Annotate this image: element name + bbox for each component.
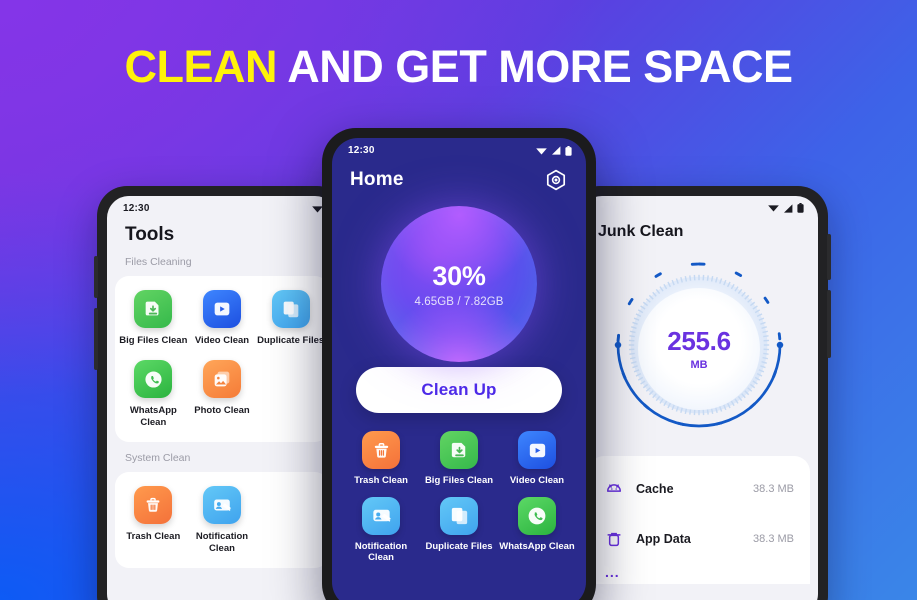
tool-big-files-clean[interactable]: Big Files Clean	[119, 290, 188, 346]
tool-whatsapp-clean[interactable]: WhatsApp Clean	[119, 360, 188, 428]
left-page-title: Tools	[125, 224, 175, 245]
phone-left-screen: 12:30 Tools Files Cleaning Big Files Cle…	[107, 196, 337, 600]
tool-trash-clean[interactable]: Trash Clean	[119, 486, 188, 554]
phone-right: Junk Clean 255.6 MB Cache 38.3 MB App Da…	[570, 186, 831, 600]
notification-clean-icon	[362, 496, 400, 535]
center-tool-label: Notification Clean	[354, 540, 408, 563]
battery-icon	[565, 145, 572, 156]
junk-gauge: 255.6 MB	[580, 241, 818, 456]
grid-spacer	[256, 360, 325, 428]
junk-row-app-data[interactable]: App Data 38.3 MB	[588, 514, 810, 564]
tool-label: Notification Clean	[195, 531, 249, 554]
center-tool-label: Big Files Clean	[424, 475, 494, 486]
wifi-icon	[536, 147, 547, 154]
junk-row-label: App Data	[636, 532, 691, 546]
center-tool-trash-clean[interactable]: Trash Clean	[342, 431, 420, 487]
junk-row-label: Cache	[636, 482, 674, 496]
tool-label: Duplicate Files	[257, 335, 325, 346]
tool-video-clean[interactable]: Video Clean	[188, 290, 257, 346]
trash-icon	[607, 532, 621, 547]
headline-highlight: CLEAN	[124, 41, 277, 92]
system-clean-grid: Trash Clean Notification Clean	[119, 486, 325, 554]
phone-left: 12:30 Tools Files Cleaning Big Files Cle…	[94, 186, 347, 600]
phone-right-screen: Junk Clean 255.6 MB Cache 38.3 MB App Da…	[580, 196, 818, 600]
storage-percent: 30%	[432, 260, 486, 291]
center-tool-label: WhatsApp Clean	[499, 540, 575, 552]
center-tool-video-clean[interactable]: Video Clean	[498, 431, 576, 487]
center-page-title: Home	[350, 169, 404, 190]
system-clean-card: Trash Clean Notification Clean	[115, 472, 329, 568]
phone-right-power-button[interactable]	[827, 290, 831, 358]
promo-banner: CLEAN AND GET MORE SPACE 12:30 Tools Fil…	[0, 0, 917, 600]
wifi-icon	[768, 205, 779, 212]
trash-clean-icon	[362, 431, 400, 469]
video-clean-icon	[202, 290, 241, 328]
tool-photo-clean[interactable]: Photo Clean	[188, 360, 257, 428]
left-status-bar: 12:30	[107, 196, 337, 214]
big-files-icon	[134, 290, 173, 328]
center-tool-duplicate-files[interactable]: Duplicate Files	[420, 496, 498, 564]
center-status-icons	[536, 145, 572, 156]
center-status-bar: 12:30	[332, 138, 586, 156]
tool-duplicate-files[interactable]: Duplicate Files	[256, 290, 325, 346]
junk-list-card: Cache 38.3 MB App Data 38.3 MB ...	[588, 456, 810, 584]
junk-row-cache[interactable]: Cache 38.3 MB	[588, 464, 810, 514]
center-tool-label: Trash Clean	[354, 475, 408, 486]
center-tools-grid: Trash Clean Big Files Clean Video Clean	[332, 413, 586, 564]
headline-rest: AND GET MORE SPACE	[276, 41, 793, 92]
center-tool-label: Duplicate Files	[425, 540, 493, 552]
section-label-files-cleaning: Files Cleaning	[125, 256, 192, 268]
video-clean-icon	[518, 431, 556, 469]
center-tool-whatsapp-clean[interactable]: WhatsApp Clean	[498, 496, 576, 564]
tool-notification-clean[interactable]: Notification Clean	[188, 486, 257, 554]
center-tool-notification-clean[interactable]: Notification Clean	[342, 496, 420, 564]
junk-row-size: 38.3 MB	[753, 483, 794, 495]
storage-usage: 4.65GB / 7.82GB	[414, 295, 504, 308]
grid-spacer	[256, 486, 325, 554]
notification-clean-icon	[202, 486, 241, 525]
phone-left-power-button[interactable]	[94, 308, 98, 370]
signal-icon	[552, 146, 561, 155]
junk-list-more: ...	[605, 564, 620, 580]
right-page-title: Junk Clean	[598, 223, 684, 240]
right-status-icons	[768, 203, 804, 213]
tool-label: WhatsApp Clean	[129, 405, 177, 428]
trash-clean-icon	[134, 486, 173, 525]
storage-sphere-wrap: 30% 4.65GB / 7.82GB	[332, 192, 586, 367]
phone-center: 12:30 Home 30% 4.65GB / 7.82GB Clean Up …	[322, 128, 596, 600]
settings-hex-icon[interactable]	[544, 168, 568, 192]
files-cleaning-grid: Big Files Clean Video Clean Duplicate Fi…	[119, 290, 325, 428]
duplicate-files-icon	[271, 290, 310, 328]
android-icon	[607, 484, 621, 492]
tool-label: Big Files Clean	[119, 335, 188, 346]
battery-icon	[797, 203, 804, 213]
junk-gauge-center: 255.6 MB	[638, 287, 760, 410]
phone-center-screen: 12:30 Home 30% 4.65GB / 7.82GB Clean Up …	[332, 138, 586, 600]
clean-up-button[interactable]: Clean Up	[356, 367, 562, 413]
center-header: Home	[332, 156, 586, 192]
tool-label: Video Clean	[194, 335, 250, 346]
center-tool-label: Video Clean	[509, 475, 565, 486]
phone-right-volume-button[interactable]	[827, 234, 831, 280]
phone-left-volume-button[interactable]	[94, 256, 98, 298]
center-tool-big-files-clean[interactable]: Big Files Clean	[420, 431, 498, 487]
section-label-system-clean: System Clean	[125, 452, 191, 465]
files-cleaning-card: Big Files Clean Video Clean Duplicate Fi…	[115, 276, 329, 443]
right-status-bar	[580, 196, 818, 213]
junk-gauge-unit: MB	[690, 359, 708, 371]
big-files-icon	[440, 431, 478, 469]
junk-gauge-value: 255.6	[667, 326, 731, 356]
whatsapp-clean-icon	[518, 496, 556, 535]
signal-icon	[784, 203, 793, 213]
center-status-clock: 12:30	[348, 145, 375, 156]
tool-label: Trash Clean	[126, 531, 181, 543]
photo-clean-icon	[202, 360, 241, 399]
tool-label: Photo Clean	[194, 405, 250, 417]
junk-row-size: 38.3 MB	[753, 533, 794, 545]
storage-sphere: 30% 4.65GB / 7.82GB	[381, 206, 537, 362]
left-status-clock: 12:30	[123, 203, 150, 214]
duplicate-files-icon	[440, 496, 478, 535]
whatsapp-clean-icon	[134, 360, 173, 399]
page-title: CLEAN AND GET MORE SPACE	[0, 44, 917, 89]
